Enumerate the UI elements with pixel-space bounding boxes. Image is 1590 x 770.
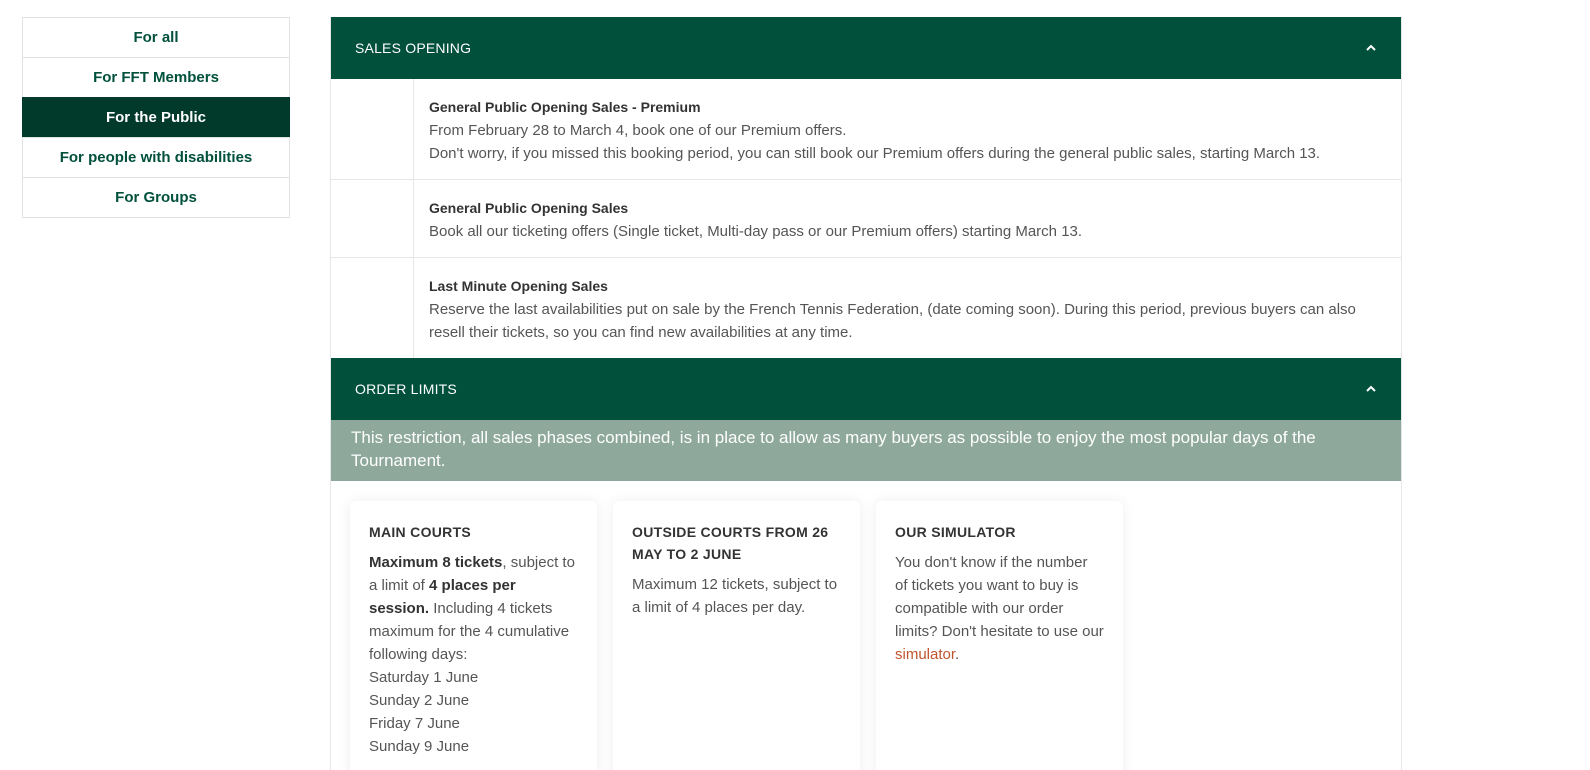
card-bold-text: Maximum 8 tickets [369, 554, 503, 571]
sales-opening-section: SALES OPENING General Public Opening Sal… [331, 17, 1401, 358]
sales-row-title: General Public Opening Sales - Premium [429, 99, 701, 115]
nav-item-public[interactable]: For the Public [22, 97, 290, 138]
sales-row: Last Minute Opening Sales Reserve the la… [331, 258, 1401, 358]
nav-item-for-all[interactable]: For all [22, 17, 290, 58]
row-gutter [331, 180, 414, 257]
audience-nav: For all For FFT Members For the Public F… [22, 17, 290, 218]
chevron-up-icon[interactable] [1365, 383, 1377, 395]
sales-row-text: Reserve the last availabilities put on s… [429, 301, 1356, 341]
sales-row-content: Last Minute Opening Sales Reserve the la… [414, 258, 1401, 358]
day-item: Sunday 2 June [369, 692, 470, 709]
sales-row-title: General Public Opening Sales [429, 200, 629, 216]
sales-row-content: General Public Opening Sales Book all ou… [414, 180, 1098, 257]
card-text-part: . [955, 646, 960, 663]
card-title: MAIN COURTS [369, 524, 472, 540]
order-limits-header[interactable]: ORDER LIMITS [331, 358, 1401, 420]
card-text: Maximum 8 tickets, subject to a limit of… [369, 551, 578, 666]
sales-row-content: General Public Opening Sales - Premium F… [414, 79, 1336, 179]
order-limit-cards: MAIN COURTS Maximum 8 tickets, subject t… [331, 481, 1401, 770]
sales-row: General Public Opening Sales Book all ou… [331, 180, 1401, 258]
nav-item-disabilities[interactable]: For people with disabilities [22, 137, 290, 178]
sales-row-text: Book all our ticketing offers (Single ti… [429, 223, 1083, 240]
nav-item-fft-members[interactable]: For FFT Members [22, 57, 290, 98]
simulator-card: OUR SIMULATOR You don't know if the numb… [876, 501, 1123, 770]
chevron-up-icon[interactable] [1365, 42, 1377, 54]
main-courts-card: MAIN COURTS Maximum 8 tickets, subject t… [350, 501, 597, 770]
day-item: Saturday 1 June [369, 669, 479, 686]
main-content: SALES OPENING General Public Opening Sal… [330, 17, 1402, 770]
order-limits-section: ORDER LIMITS This restriction, all sales… [331, 358, 1401, 770]
card-text: Maximum 12 tickets, subject to a limit o… [632, 576, 838, 616]
sales-row-text: Don't worry, if you missed this booking … [429, 145, 1321, 162]
card-title: OUTSIDE COURTS FROM 26 MAY TO 2 JUNE [632, 524, 829, 562]
order-limits-title: ORDER LIMITS [355, 381, 457, 397]
card-text-part: You don't know if the number of tickets … [895, 554, 1104, 640]
day-item: Friday 7 June [369, 715, 460, 732]
nav-item-groups[interactable]: For Groups [22, 177, 290, 218]
row-gutter [331, 258, 414, 358]
order-limits-notice: This restriction, all sales phases combi… [331, 420, 1401, 481]
sales-opening-header[interactable]: SALES OPENING [331, 17, 1401, 79]
card-text: You don't know if the number of tickets … [895, 551, 1104, 666]
card-title: OUR SIMULATOR [895, 524, 1016, 540]
outside-courts-card: OUTSIDE COURTS FROM 26 MAY TO 2 JUNE Max… [613, 501, 860, 770]
sales-row-text: From February 28 to March 4, book one of… [429, 122, 847, 139]
day-item: Sunday 9 June [369, 738, 470, 755]
sales-opening-title: SALES OPENING [355, 40, 472, 56]
sales-row: General Public Opening Sales - Premium F… [331, 79, 1401, 180]
simulator-link[interactable]: simulator [895, 646, 955, 663]
row-gutter [331, 79, 414, 179]
sales-row-title: Last Minute Opening Sales [429, 278, 608, 294]
